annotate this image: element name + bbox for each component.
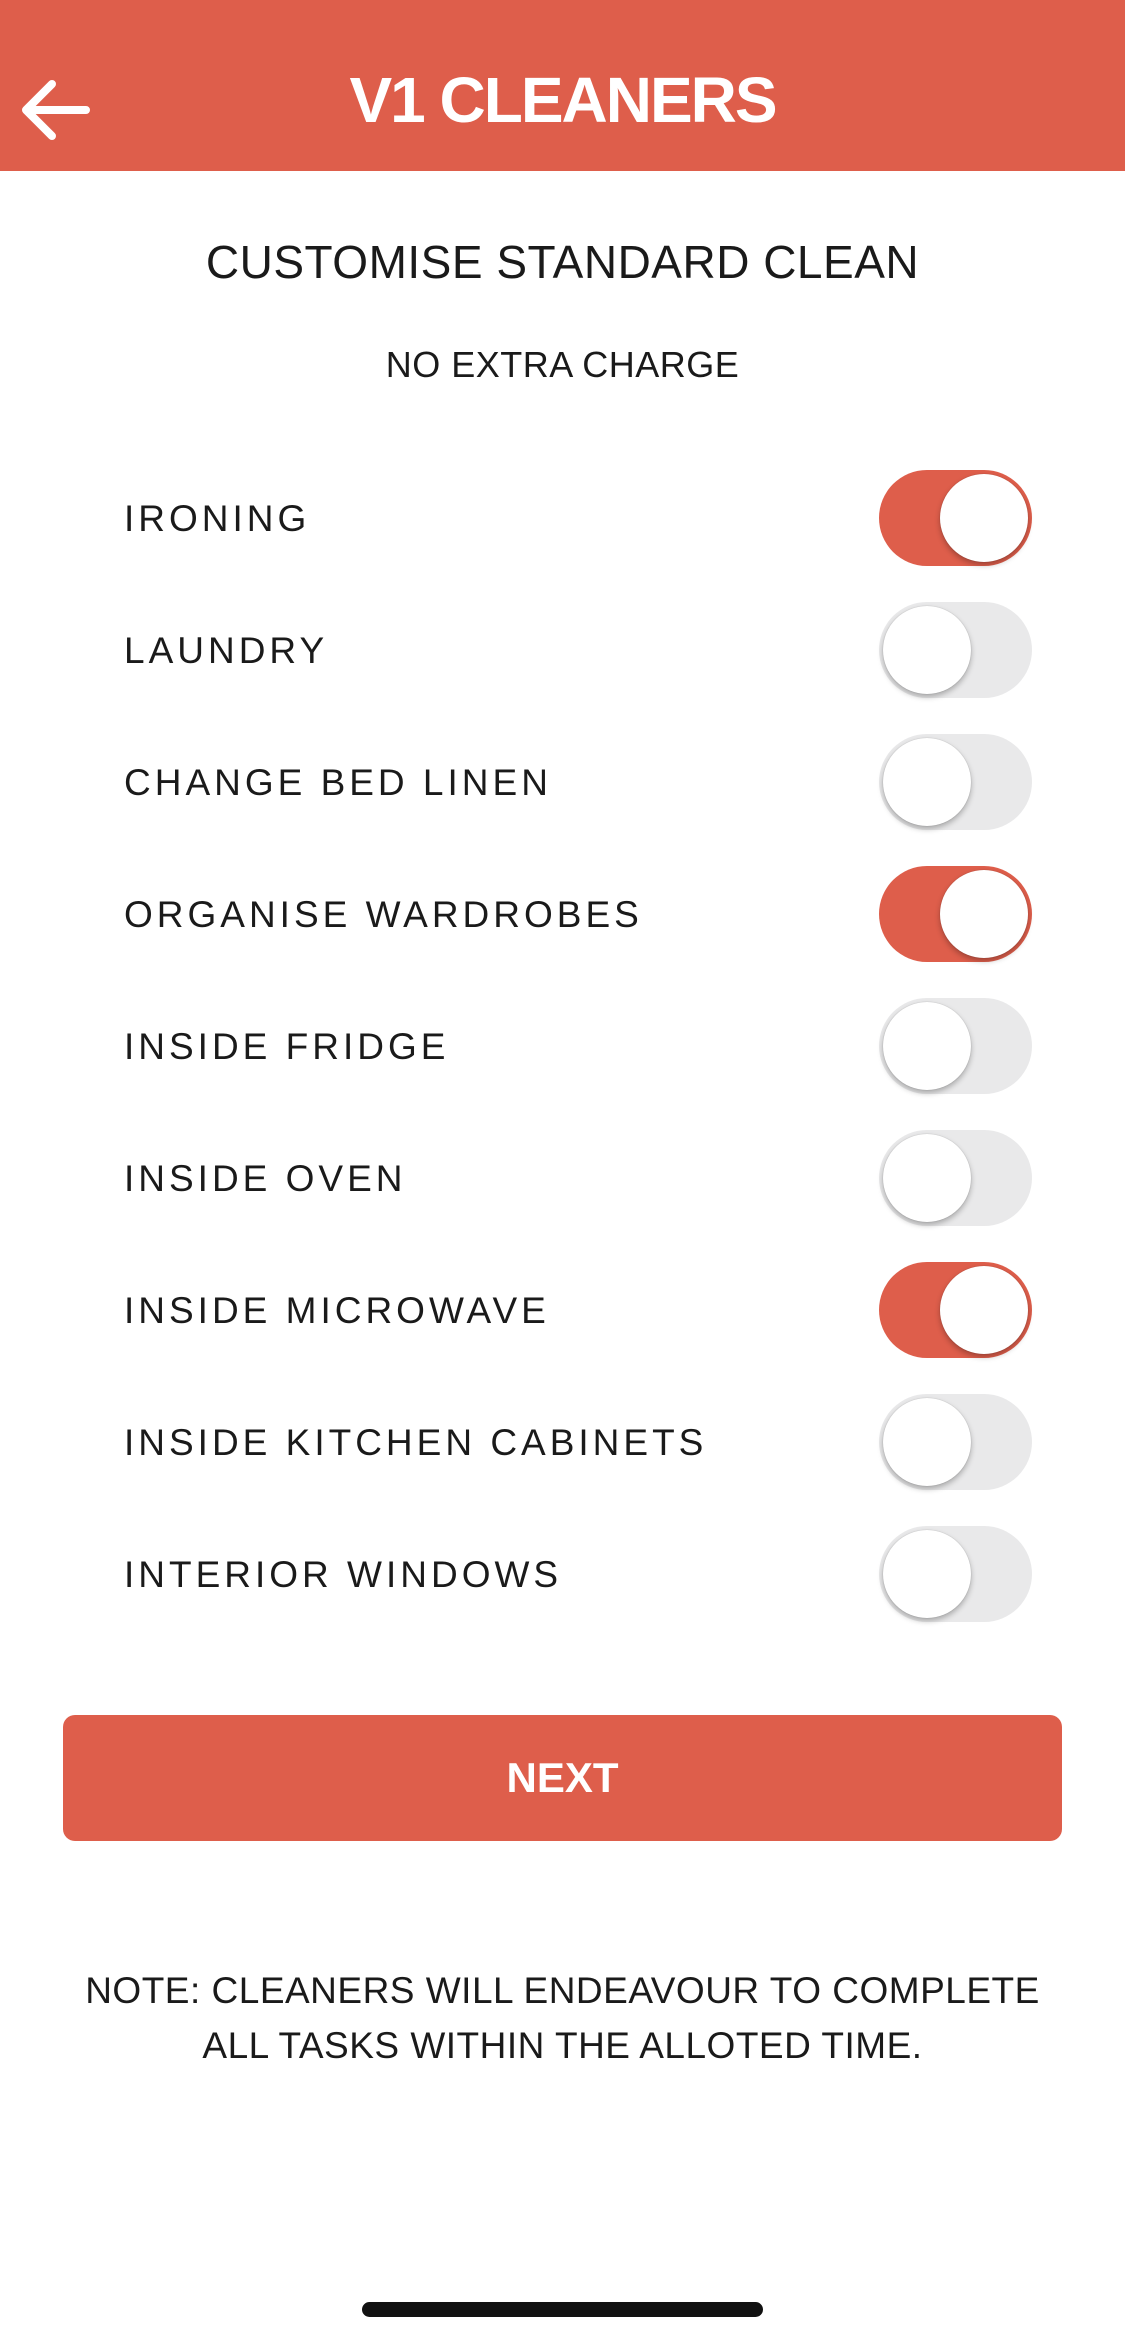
page-title: CUSTOMISE STANDARD CLEAN: [205, 236, 920, 288]
note-text: NOTE: CLEANERS WILL ENDEAVOUR TO COMPLET…: [40, 1963, 1085, 2073]
option-row-change-bed-linen: CHANGE BED LINEN: [0, 716, 1125, 848]
option-label: INTERIOR WINDOWS: [124, 1554, 563, 1595]
option-row-organise-wardrobes: ORGANISE WARDROBES: [0, 848, 1125, 980]
toggle-inside-oven[interactable]: [879, 1130, 1032, 1226]
home-indicator: [362, 2302, 763, 2317]
toggle-knob: [883, 1530, 971, 1618]
option-label: ORGANISE WARDROBES: [124, 894, 643, 935]
toggle-knob: [883, 1398, 971, 1486]
toggle-knob: [883, 738, 971, 826]
option-row-inside-fridge: INSIDE FRIDGE: [0, 980, 1125, 1112]
app-title: V1 CLEANERS: [349, 64, 777, 136]
option-row-ironing: IRONING: [0, 452, 1125, 584]
option-label: INSIDE MICROWAVE: [124, 1290, 550, 1331]
toggle-interior-windows[interactable]: [879, 1526, 1032, 1622]
toggle-organise-wardrobes[interactable]: [879, 866, 1032, 962]
toggle-knob: [940, 1266, 1028, 1354]
app-header: V1 CLEANERS: [0, 0, 1125, 171]
toggle-change-bed-linen[interactable]: [879, 734, 1032, 830]
toggle-knob: [883, 1002, 971, 1090]
toggle-inside-fridge[interactable]: [879, 998, 1032, 1094]
option-label: INSIDE KITCHEN CABINETS: [124, 1422, 708, 1463]
note-line-1: NOTE: CLEANERS WILL ENDEAVOUR TO COMPLET…: [85, 1970, 1040, 2011]
page-subtitle: NO EXTRA CHARGE: [385, 344, 740, 385]
toggle-inside-microwave[interactable]: [879, 1262, 1032, 1358]
note-line-2: ALL TASKS WITHIN THE ALLOTED TIME.: [202, 2025, 923, 2066]
option-label: INSIDE FRIDGE: [124, 1026, 450, 1067]
toggle-knob: [940, 474, 1028, 562]
options-list: IRONING LAUNDRY CHANGE BED LINEN ORGANIS…: [0, 452, 1125, 1640]
toggle-laundry[interactable]: [879, 602, 1032, 698]
option-label: INSIDE OVEN: [124, 1158, 407, 1199]
option-label: LAUNDRY: [124, 630, 329, 671]
next-button[interactable]: NEXT: [63, 1715, 1062, 1841]
option-label: IRONING: [124, 498, 311, 539]
option-row-laundry: LAUNDRY: [0, 584, 1125, 716]
toggle-ironing[interactable]: [879, 470, 1032, 566]
option-label: CHANGE BED LINEN: [124, 762, 552, 803]
option-row-inside-oven: INSIDE OVEN: [0, 1112, 1125, 1244]
toggle-knob: [883, 606, 971, 694]
option-row-inside-microwave: INSIDE MICROWAVE: [0, 1244, 1125, 1376]
toggle-knob: [883, 1134, 971, 1222]
option-row-interior-windows: INTERIOR WINDOWS: [0, 1508, 1125, 1640]
toggle-knob: [940, 870, 1028, 958]
option-row-inside-kitchen-cabinets: INSIDE KITCHEN CABINETS: [0, 1376, 1125, 1508]
toggle-inside-kitchen-cabinets[interactable]: [879, 1394, 1032, 1490]
